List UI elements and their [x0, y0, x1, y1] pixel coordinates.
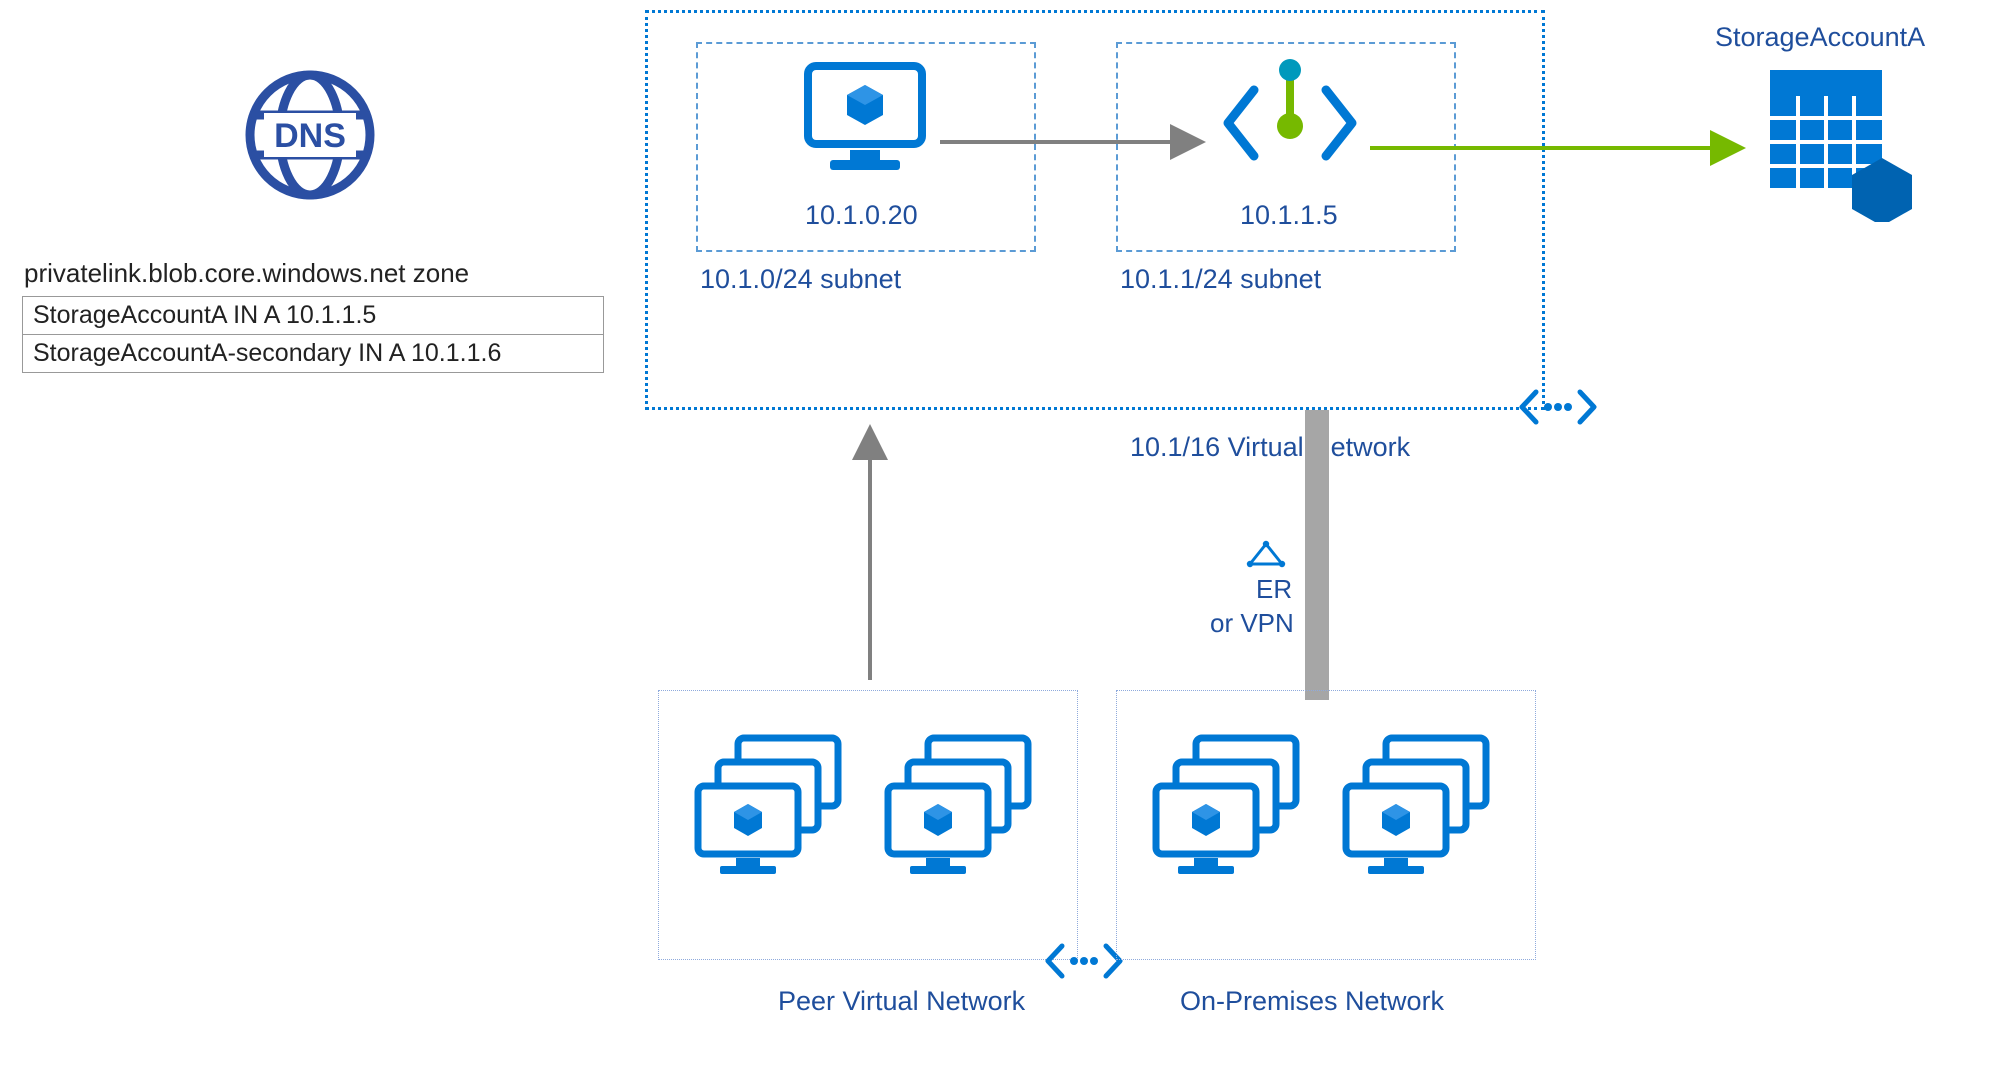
vm-stack-icon: [1338, 730, 1508, 905]
dns-record-row: StorageAccountA-secondary IN A 10.1.1.6: [23, 335, 604, 373]
er-vpn-label-1: ER: [1256, 574, 1292, 605]
diagram-canvas: DNS privatelink.blob.core.windows.net zo…: [0, 0, 1996, 1088]
dns-zone-label: privatelink.blob.core.windows.net zone: [24, 258, 469, 289]
vnet-icon: [1518, 384, 1598, 435]
private-endpoint-icon: [1220, 58, 1360, 183]
er-vpn-bar: [1305, 410, 1329, 700]
dns-records-table: StorageAccountA IN A 10.1.1.5 StorageAcc…: [22, 296, 604, 373]
vm-stack-icon: [1148, 730, 1318, 905]
vm-stack-icon: [690, 730, 860, 905]
gateway-icon: [1246, 540, 1286, 573]
onprem-label: On-Premises Network: [1180, 986, 1444, 1017]
dns-icon: DNS: [240, 65, 380, 210]
subnet-left-ip: 10.1.0.20: [805, 200, 918, 231]
subnet-right-cidr: 10.1.1/24 subnet: [1120, 264, 1321, 295]
storage-label: StorageAccountA: [1715, 22, 1925, 53]
svg-text:DNS: DNS: [274, 117, 346, 155]
er-vpn-label-2: or VPN: [1210, 608, 1294, 639]
peer-vnet-label: Peer Virtual Network: [778, 986, 1025, 1017]
vnet-label: 10.1/16 Virtual Network: [1130, 432, 1410, 463]
dns-record-row: StorageAccountA IN A 10.1.1.5: [23, 297, 604, 335]
storage-account-icon: [1762, 62, 1922, 227]
vm-stack-icon: [880, 730, 1050, 905]
vm-icon: [800, 58, 930, 183]
peer-vnet-icon: [1044, 938, 1124, 989]
subnet-left-cidr: 10.1.0/24 subnet: [700, 264, 901, 295]
subnet-right-ip: 10.1.1.5: [1240, 200, 1338, 231]
